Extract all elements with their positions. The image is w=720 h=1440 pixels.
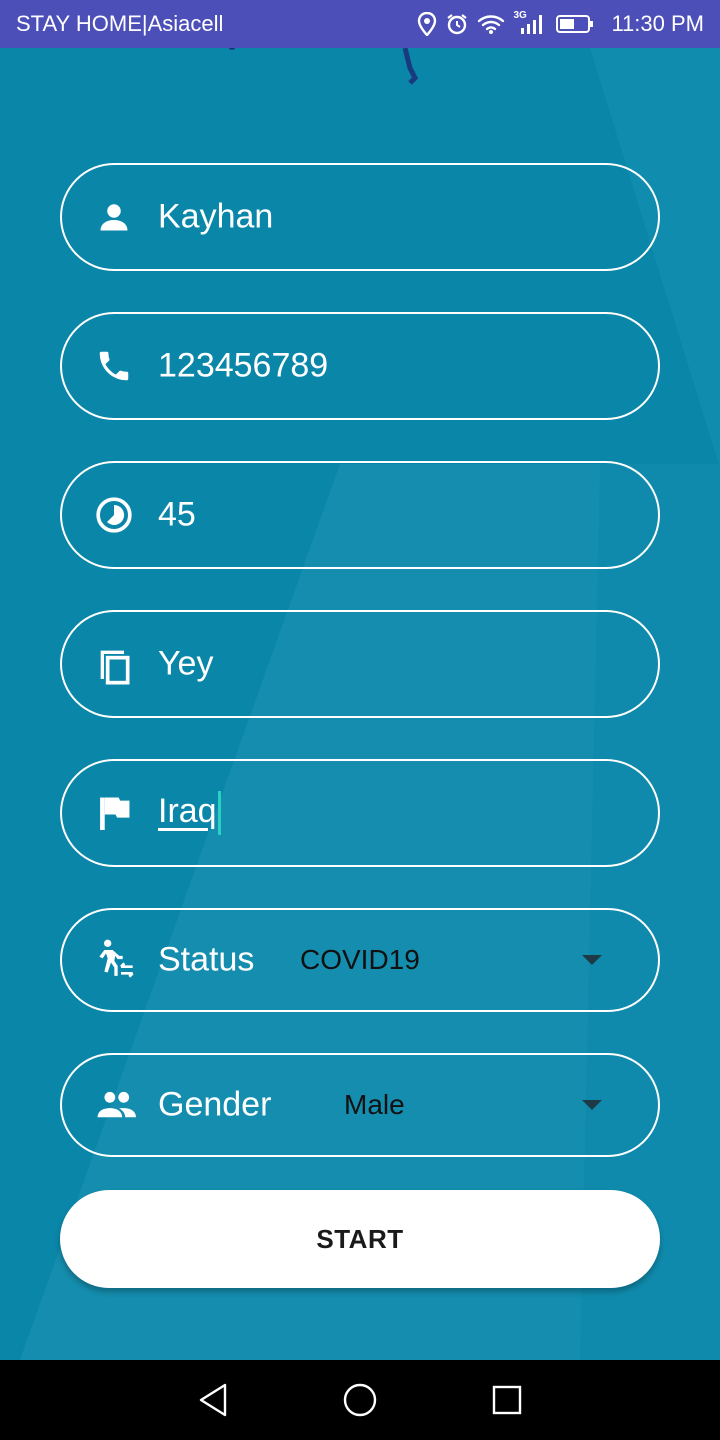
walk-transfer-icon (96, 939, 136, 980)
age-field[interactable]: 45 (60, 461, 660, 569)
back-icon[interactable] (189, 1376, 237, 1424)
text-cursor (217, 791, 221, 835)
country-field[interactable]: Iraq (60, 759, 660, 867)
other-value: Yey (158, 644, 214, 683)
status-dropdown-arrow-icon[interactable] (582, 955, 602, 965)
clock-time: 11:30 PM (611, 11, 704, 36)
home-icon[interactable] (336, 1376, 384, 1424)
other-field[interactable]: Yey (60, 610, 660, 718)
network-type-label: 3G (513, 10, 527, 21)
gender-field[interactable]: Gender Male (60, 1053, 660, 1157)
wifi-icon (477, 13, 505, 35)
flag-icon (94, 793, 134, 833)
status-bar: STAY HOME|Asiacell 3G 11:30 PM (0, 0, 720, 48)
battery-icon (555, 13, 595, 35)
copy-icon (94, 644, 134, 685)
gender-label: Gender (158, 1085, 272, 1124)
recents-icon[interactable] (483, 1376, 531, 1424)
country-value: Iraq (158, 791, 217, 830)
name-value: Kayhan (158, 197, 274, 236)
age-value: 45 (158, 495, 196, 534)
carrier-label: STAY HOME|Asiacell (16, 11, 224, 36)
name-field[interactable]: Kayhan (60, 163, 660, 271)
status-icons: 3G 11:30 PM (417, 10, 704, 37)
status-label: Status (158, 940, 255, 979)
gender-dropdown-arrow-icon[interactable] (582, 1100, 602, 1110)
navigation-bar (0, 1360, 720, 1440)
phone-icon (94, 346, 134, 386)
clock-icon (94, 495, 134, 535)
start-button[interactable]: START (60, 1190, 660, 1288)
alarm-icon (445, 12, 469, 36)
phone-value: 123456789 (158, 346, 329, 385)
phone-field[interactable]: 123456789 (60, 312, 660, 420)
country-input[interactable]: Iraq (158, 791, 221, 835)
status-field[interactable]: Status COVID19 (60, 908, 660, 1012)
gender-selected[interactable]: Male (344, 1089, 405, 1121)
people-icon (96, 1085, 136, 1125)
signal-icon: 3G (513, 10, 547, 36)
status-selected[interactable]: COVID19 (300, 944, 420, 976)
location-icon (417, 12, 437, 36)
person-icon (94, 197, 134, 237)
